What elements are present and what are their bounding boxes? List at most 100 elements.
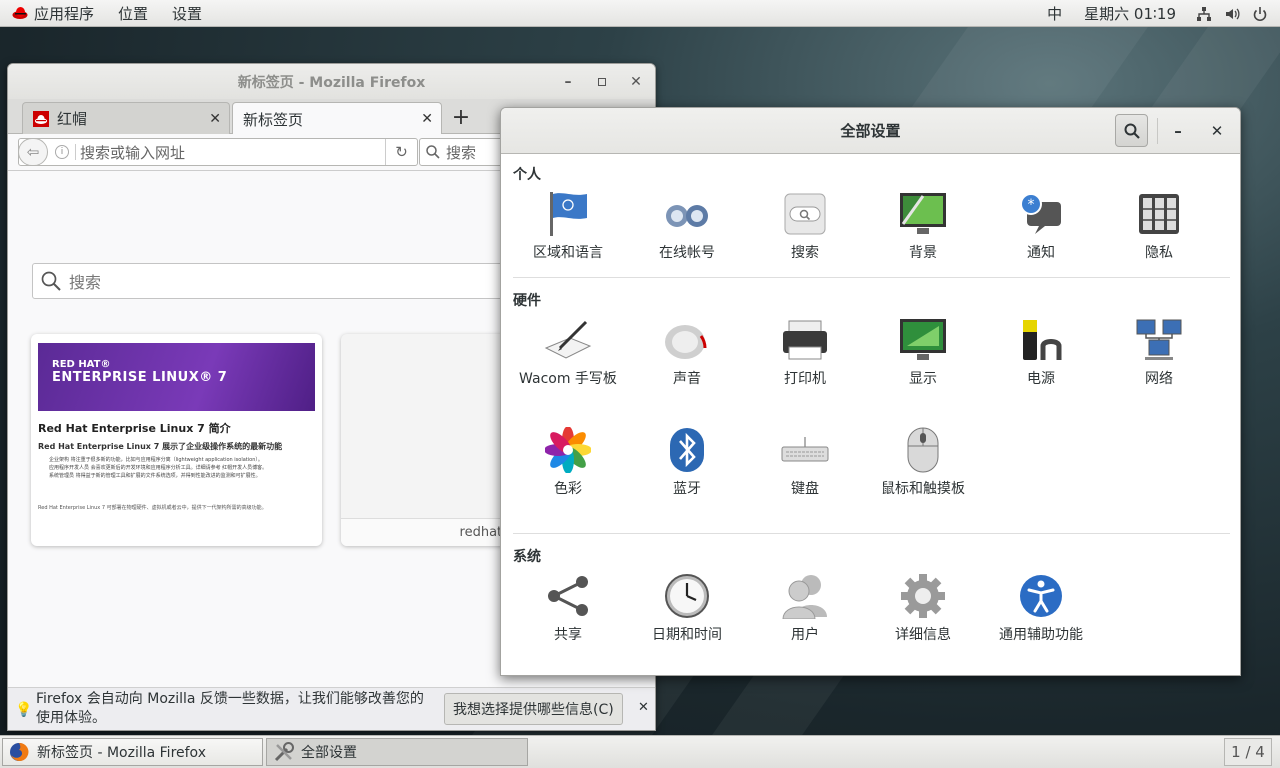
content-search-input[interactable]: 搜索 (32, 263, 532, 299)
settings-item-wacom-tablet[interactable]: Wacom 手写板 (509, 316, 627, 388)
close-button[interactable]: ✕ (1205, 114, 1229, 147)
close-icon: ✕ (1210, 121, 1224, 140)
settings-headerbar[interactable]: 全部设置 – ✕ (501, 108, 1240, 154)
banner-line1: RED HAT® (52, 359, 111, 370)
choose-data-button[interactable]: 我想选择提供哪些信息(C) (444, 693, 623, 725)
notification-text: Firefox 会自动向 Mozilla 反馈一些数据，让我们能够改善您的使用体… (36, 691, 424, 726)
minimize-button[interactable]: – (1166, 114, 1190, 147)
url-bar[interactable]: ⇦ i 搜索或输入网址 ↻ (18, 138, 418, 166)
new-tab-button[interactable]: + (449, 103, 473, 131)
settings-item-notifications[interactable]: * 通知 (982, 190, 1100, 262)
settings-title: 全部设置 (840, 122, 901, 140)
clock[interactable]: 星期六 01∶19 (1070, 0, 1190, 27)
tile-footer: Red Hat Enterprise Linux 7 可部署在物理硬件、虚拟机或… (38, 505, 267, 511)
settings-item-privacy[interactable]: 隐私 (1100, 190, 1218, 262)
back-arrow-icon: ⇦ (26, 143, 40, 161)
settings-menu[interactable]: 设置 (160, 0, 214, 27)
settings-item-network[interactable]: 网络 (1100, 316, 1218, 388)
close-tab-icon[interactable]: ✕ (421, 111, 433, 127)
firefox-titlebar[interactable]: 新标签页 - Mozilla Firefox – ✕ (8, 64, 655, 99)
tab-redhat[interactable]: 红帽 ✕ (22, 102, 230, 134)
volume-icon[interactable] (1218, 0, 1246, 27)
settings-item-mouse-touchpad[interactable]: 鼠标和触摸板 (864, 426, 982, 498)
settings-item-printers[interactable]: 打印机 (746, 316, 864, 388)
input-method-indicator[interactable]: 中 (1039, 0, 1070, 27)
users-icon (781, 572, 829, 620)
online-accounts-icon (663, 190, 711, 238)
settings-item-sharing[interactable]: 共享 (509, 572, 627, 644)
places-menu[interactable]: 位置 (106, 0, 160, 27)
settings-item-label: Wacom 手写板 (519, 371, 617, 387)
settings-item-label: 键盘 (791, 481, 819, 497)
redhat-logo-icon (12, 7, 28, 19)
plus-icon: + (451, 104, 471, 130)
settings-item-label: 在线帐号 (659, 245, 715, 261)
settings-item-region-language[interactable]: 区域和语言 (509, 190, 627, 262)
settings-item-label: 电源 (1027, 371, 1055, 387)
taskbar-item-settings[interactable]: 全部设置 (266, 738, 528, 766)
settings-search-button[interactable] (1115, 114, 1148, 147)
section-separator (513, 533, 1230, 534)
top-site-tile-redhat[interactable]: RED HAT® ENTERPRISE LINUX® 7 Red Hat Ent… (31, 334, 322, 546)
workspace-indicator[interactable]: 1 / 4 (1224, 738, 1272, 766)
settings-item-color[interactable]: 色彩 (509, 426, 627, 498)
settings-item-sound[interactable]: 声音 (628, 316, 746, 388)
url-placeholder: 搜索或输入网址 (80, 143, 186, 162)
search-icon (426, 145, 440, 159)
settings-item-label: 蓝牙 (673, 481, 701, 497)
settings-item-online-accounts[interactable]: 在线帐号 (628, 190, 746, 262)
settings-item-details[interactable]: 详细信息 (864, 572, 982, 644)
taskbar-item-firefox[interactable]: 新标签页 - Mozilla Firefox (2, 738, 263, 766)
settings-item-displays[interactable]: 显示 (864, 316, 982, 388)
wacom-tablet-icon (544, 316, 592, 364)
settings-item-label: 通用辅助功能 (999, 627, 1083, 643)
settings-item-keyboard[interactable]: 键盘 (746, 426, 864, 498)
settings-item-label: 共享 (554, 627, 582, 643)
maximize-button[interactable] (585, 64, 619, 99)
reload-icon[interactable]: ↻ (385, 139, 417, 165)
section-title-hardware: 硬件 (513, 293, 541, 309)
settings-item-label: 声音 (673, 371, 701, 387)
settings-item-label: 搜索 (791, 245, 819, 261)
network-icon[interactable] (1190, 0, 1218, 27)
tab-new-tab[interactable]: 新标签页 ✕ (232, 102, 442, 135)
settings-tools-icon (274, 742, 294, 762)
headerbar-separator (1157, 118, 1158, 144)
settings-menu-label: 设置 (172, 4, 203, 23)
data-notification-bar: 💡 Firefox 会自动向 Mozilla 反馈一些数据，让我们能够改善您的使… (8, 687, 655, 730)
clock-icon (663, 572, 711, 620)
info-icon[interactable]: i (55, 145, 69, 159)
settings-item-label: 区域和语言 (533, 245, 603, 261)
display-icon (899, 316, 947, 364)
close-tab-icon[interactable]: ✕ (209, 111, 221, 127)
tile-bullets: 企业架构 将注重于很多新的功能，比如与应用程序分离（lightweight ap… (49, 456, 311, 480)
redhat-favicon-icon (33, 110, 49, 127)
content-search-placeholder: 搜索 (69, 273, 102, 292)
settings-item-label: 鼠标和触摸板 (881, 481, 965, 497)
settings-item-label: 日期和时间 (652, 627, 722, 643)
minimize-button[interactable]: – (551, 64, 585, 99)
settings-item-date-time[interactable]: 日期和时间 (628, 572, 746, 644)
settings-item-users[interactable]: 用户 (746, 572, 864, 644)
rhel-banner-image: RED HAT® ENTERPRISE LINUX® 7 (38, 343, 315, 411)
close-button[interactable]: ✕ (619, 64, 653, 99)
close-icon: ✕ (630, 73, 642, 90)
minimize-icon: – (564, 73, 572, 90)
network-computers-icon (1135, 316, 1183, 364)
power-icon[interactable] (1246, 0, 1274, 27)
applications-menu[interactable]: 应用程序 (0, 0, 106, 27)
places-menu-label: 位置 (118, 4, 149, 23)
speaker-icon (663, 316, 711, 364)
accessibility-icon (1017, 572, 1065, 620)
tile-bullet: 企业架构 将注重于很多新的功能，比如与应用程序分离（lightweight ap… (49, 457, 263, 463)
settings-item-background[interactable]: 背景 (864, 190, 982, 262)
color-wheel-icon (544, 426, 592, 474)
settings-item-bluetooth[interactable]: 蓝牙 (628, 426, 746, 498)
settings-item-search[interactable]: 搜索 (746, 190, 864, 262)
all-settings-window: 全部设置 – ✕ 个人 硬件 系统 区域和语言 在线帐号 搜索 背景 * 通知 … (500, 107, 1241, 676)
back-button[interactable]: ⇦ (18, 138, 48, 166)
settings-item-power[interactable]: 电源 (982, 316, 1100, 388)
search-icon (41, 271, 61, 291)
settings-item-universal-access[interactable]: 通用辅助功能 (982, 572, 1100, 644)
close-notification-icon[interactable]: ✕ (638, 700, 649, 715)
